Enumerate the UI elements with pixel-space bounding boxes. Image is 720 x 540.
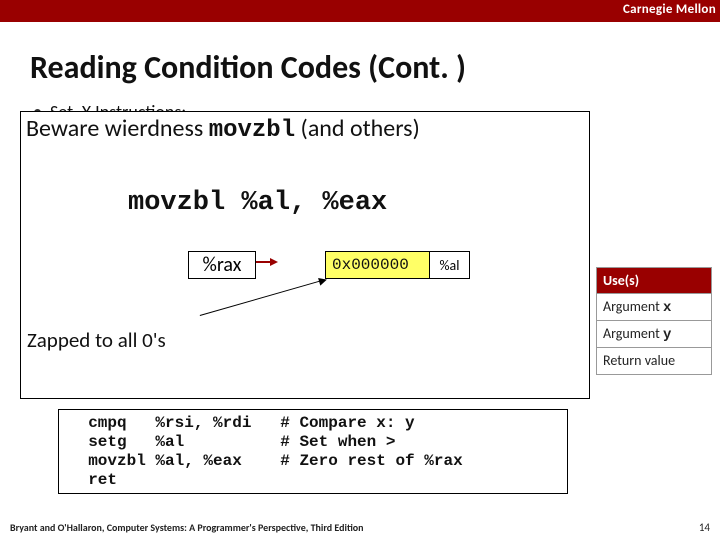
reg-use: Argument: [603, 325, 663, 342]
asm-block: cmpq %rsi, %rdi # Compare x: y setg %al …: [58, 409, 568, 494]
code-movzbl: movzbl %al, %eax: [128, 188, 387, 218]
slide: Carnegie Mellon Reading Condition Codes …: [0, 0, 720, 540]
university-label: Carnegie Mellon: [623, 2, 716, 17]
reg-use: Argument: [603, 298, 663, 315]
beware-post: (and others): [295, 114, 420, 143]
register-header-row: Use(s): [597, 268, 712, 294]
top-bar: Carnegie Mellon: [0, 0, 720, 22]
reg-use-code: y: [663, 327, 671, 343]
reg-use-code: x: [663, 300, 671, 316]
slide-title: Reading Condition Codes (Cont. ): [30, 48, 466, 87]
table-row: Argument x: [597, 294, 712, 321]
beware-pre: Beware wierdness: [26, 114, 209, 143]
reg-use: Return value: [603, 352, 675, 369]
value-box: 0x000000 %al: [325, 251, 470, 279]
value-left: 0x000000: [326, 252, 429, 278]
zapped-text: Zapped to all 0's: [27, 327, 166, 353]
page-number: 14: [699, 521, 710, 534]
arrow-rax-icon: [256, 261, 276, 263]
rax-label: %rax: [203, 253, 242, 277]
footer-text: Bryant and O'Hallaron, Computer Systems:…: [10, 521, 364, 534]
register-header-use: Use(s): [597, 268, 712, 294]
value-right: %al: [429, 252, 469, 278]
table-row: Return value: [597, 348, 712, 375]
overlay-box: [20, 111, 590, 399]
rax-box: %rax: [188, 251, 256, 279]
register-table: Use(s) Argument x Argument y Return valu…: [596, 267, 712, 375]
table-row: Argument y: [597, 321, 712, 348]
beware-code: movzbl: [209, 117, 295, 144]
beware-line: Beware wierdness movzbl (and others): [26, 114, 420, 144]
